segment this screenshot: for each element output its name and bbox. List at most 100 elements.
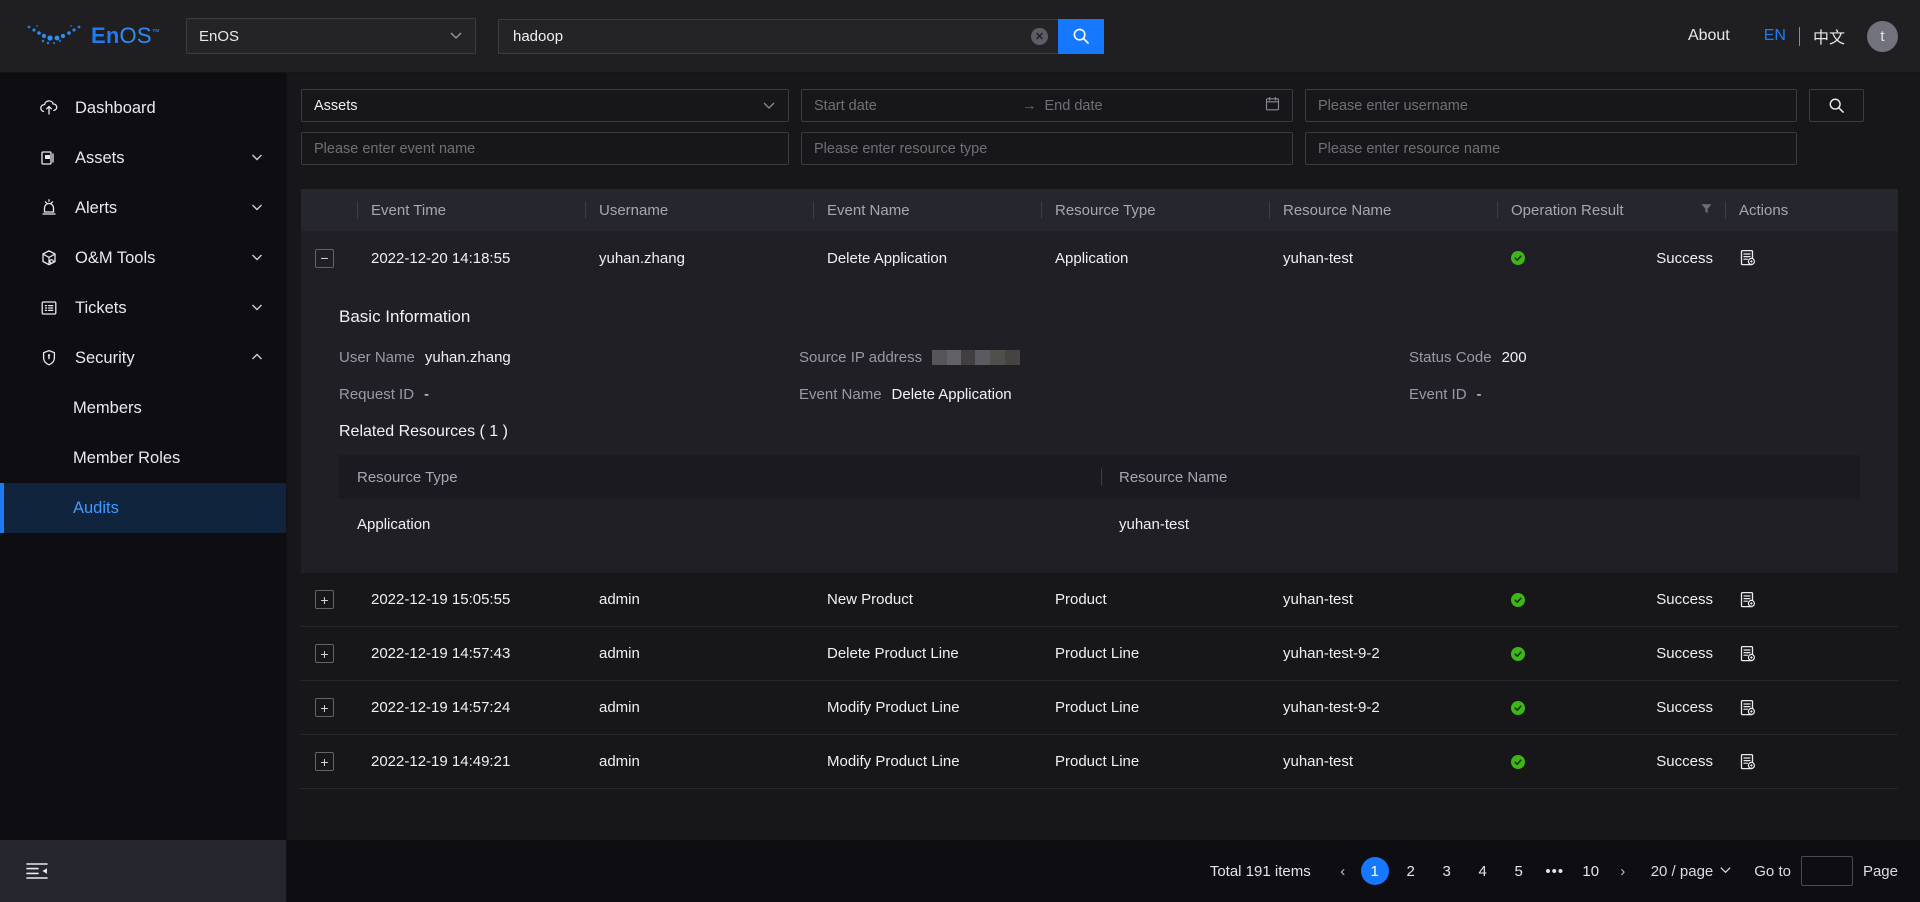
sidebar-item-member-roles[interactable]: Member Roles [0, 433, 286, 483]
pagination: Total 191 items ‹ 1 2 3 4 5 ••• 10 › 20 … [287, 840, 1920, 902]
search-button[interactable] [1058, 18, 1104, 54]
related-column-resource-type: Resource Type [357, 468, 458, 486]
cell-resource-type: Product Line [1055, 753, 1140, 770]
view-detail-icon[interactable] [1739, 753, 1757, 771]
expand-row-button[interactable]: + [315, 644, 334, 663]
related-cell-resource-name: yuhan-test [1119, 515, 1190, 533]
cell-event-time: 2022-12-19 14:57:43 [371, 645, 511, 662]
detail-source-ip: Source IP address [799, 349, 1409, 366]
org-select-value: EnOS [199, 27, 240, 45]
column-username[interactable]: Username [585, 202, 813, 219]
scope-select[interactable]: Assets [301, 89, 789, 122]
sidebar-nav: Dashboard Assets Alerts O&M Tools Ticket… [0, 73, 286, 840]
view-detail-icon[interactable] [1739, 249, 1757, 267]
funnel-filter-icon[interactable] [1700, 202, 1713, 218]
detail-title: Basic Information [339, 307, 471, 326]
start-date-input[interactable]: Start date [814, 98, 1014, 114]
view-detail-icon[interactable] [1739, 591, 1757, 609]
table-row[interactable]: + 2022-12-19 14:57:43 admin Delete Produ… [301, 627, 1898, 681]
pagination-page-2[interactable]: 2 [1397, 857, 1425, 885]
collapse-row-button[interactable]: − [315, 248, 334, 268]
sidebar-item-om-tools[interactable]: O&M Tools [0, 233, 286, 283]
calendar-icon[interactable] [1265, 96, 1280, 115]
cell-resource-type: Product [1055, 591, 1107, 608]
column-operation-result[interactable]: Operation Result [1497, 202, 1725, 219]
lang-en-button[interactable]: EN [1764, 27, 1786, 45]
enos-swoosh-icon [26, 23, 82, 49]
pagination-total: Total 191 items [1209, 862, 1311, 880]
page-size-select[interactable]: 20 / page [1651, 863, 1733, 880]
column-event-time[interactable]: Event Time [357, 202, 585, 219]
about-link[interactable]: About [1688, 27, 1730, 45]
sidebar-item-assets[interactable]: Assets [0, 133, 286, 183]
sidebar-item-label: Security [75, 348, 135, 367]
related-column-resource-name: Resource Name [1101, 469, 1860, 486]
pagination-page-5[interactable]: 5 [1505, 857, 1533, 885]
cell-operation-result: Success [1497, 645, 1725, 662]
column-resource-name[interactable]: Resource Name [1269, 202, 1497, 219]
org-select[interactable]: EnOS [186, 18, 476, 54]
page-size-value: 20 / page [1650, 862, 1714, 880]
alerts-icon [38, 197, 60, 219]
search-input[interactable]: hadoop ✕ [498, 18, 1058, 54]
sidebar-item-security[interactable]: Security [0, 333, 286, 383]
sidebar-item-dashboard[interactable]: Dashboard [0, 83, 286, 133]
username-filter-input[interactable]: Please enter username [1305, 89, 1797, 122]
view-detail-icon[interactable] [1739, 699, 1757, 717]
cell-resource-name: yuhan-test [1283, 753, 1354, 770]
resource-type-filter-input[interactable]: Please enter resource type [801, 132, 1293, 165]
cell-operation-result: Success [1497, 699, 1725, 716]
expand-row-button[interactable]: + [315, 590, 334, 609]
pagination-page-4[interactable]: 4 [1469, 857, 1497, 885]
end-date-input[interactable]: End date [1045, 98, 1266, 114]
cell-event-name: Modify Product Line [827, 753, 960, 770]
om-tools-icon [38, 247, 60, 269]
cell-username: admin [599, 753, 640, 770]
chevron-down-icon [250, 200, 264, 217]
chevron-down-icon [250, 150, 264, 167]
filter-search-button[interactable] [1809, 89, 1864, 122]
success-check-icon [1511, 251, 1525, 265]
pagination-page-1[interactable]: 1 [1360, 857, 1389, 885]
sidebar-item-alerts[interactable]: Alerts [0, 183, 286, 233]
goto-input[interactable] [1800, 856, 1853, 886]
pagination-ellipsis[interactable]: ••• [1541, 857, 1569, 885]
pagination-prev[interactable]: ‹ [1329, 863, 1357, 880]
table-row[interactable]: − 2022-12-20 14:18:55 yuhan.zhang Delete… [301, 231, 1898, 285]
expand-row-button[interactable]: + [315, 752, 334, 771]
resource-type-filter-placeholder: Please enter resource type [814, 140, 988, 157]
view-detail-icon[interactable] [1739, 645, 1757, 663]
sidebar-item-label: O&M Tools [75, 248, 156, 267]
brand-logo[interactable]: EnOS™ [26, 23, 174, 49]
column-resource-type[interactable]: Resource Type [1041, 202, 1269, 219]
cell-resource-name: yuhan-test-9-2 [1283, 645, 1380, 662]
table-row[interactable]: + 2022-12-19 14:57:24 admin Modify Produ… [301, 681, 1898, 735]
detail-user-name-value: yuhan.zhang [424, 349, 511, 366]
lang-zh-button[interactable]: 中文 [1813, 24, 1845, 48]
cell-username: admin [599, 699, 640, 716]
table-row[interactable]: + 2022-12-19 14:49:21 admin Modify Produ… [301, 735, 1898, 789]
cell-resource-name: yuhan-test [1283, 591, 1354, 608]
sidebar-item-tickets[interactable]: Tickets [0, 283, 286, 333]
detail-request-id-value: - [424, 386, 430, 403]
expand-row-button[interactable]: + [315, 698, 334, 717]
filter-row-2: Please enter event name Please enter res… [301, 132, 1898, 165]
cell-event-name: Delete Product Line [827, 645, 959, 662]
table-row[interactable]: + 2022-12-19 15:05:55 admin New Product … [301, 573, 1898, 627]
detail-user-name: User Name yuhan.zhang [339, 349, 799, 366]
menu-collapse-icon[interactable] [26, 862, 48, 880]
date-range-picker[interactable]: Start date → End date [801, 89, 1293, 122]
event-name-filter-input[interactable]: Please enter event name [301, 132, 789, 165]
sidebar-item-members[interactable]: Members [0, 383, 286, 433]
clear-icon[interactable]: ✕ [1031, 27, 1048, 45]
pagination-next[interactable]: › [1609, 863, 1637, 880]
sidebar-item-audits[interactable]: Audits [0, 483, 286, 533]
avatar[interactable]: t [1867, 20, 1898, 52]
resource-name-filter-input[interactable]: Please enter resource name [1305, 132, 1797, 165]
chevron-down-icon [250, 250, 264, 267]
related-resources-title: Related Resources ( 1 ) [339, 423, 508, 440]
success-check-icon [1511, 754, 1525, 769]
pagination-page-10[interactable]: 10 [1577, 857, 1605, 885]
column-event-name[interactable]: Event Name [813, 202, 1041, 219]
pagination-page-3[interactable]: 3 [1433, 857, 1461, 885]
